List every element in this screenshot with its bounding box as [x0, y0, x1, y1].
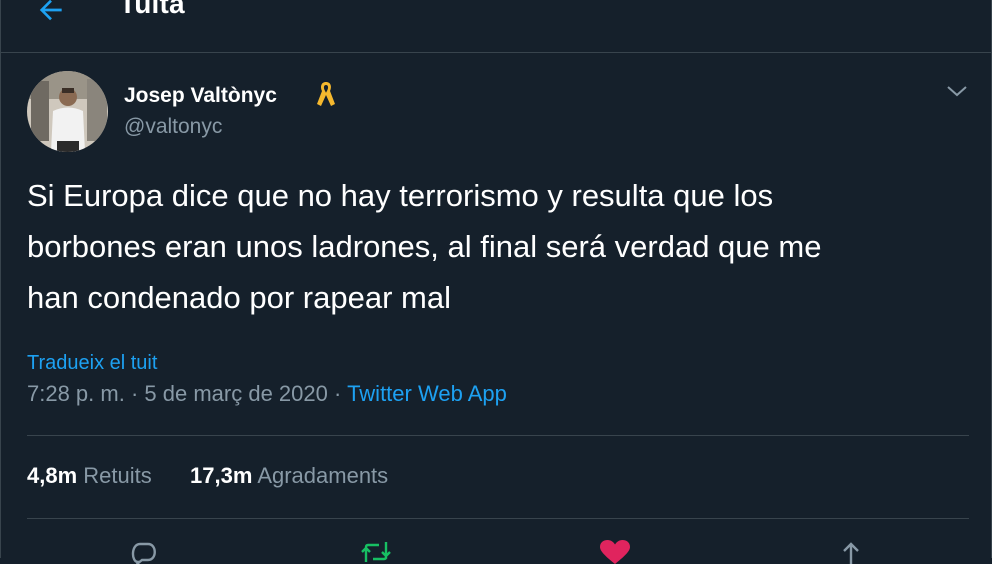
tweet-text-line: han condenado por rapear mal: [27, 280, 451, 315]
retweets-label: Retuits: [83, 463, 152, 488]
heart-icon[interactable]: [598, 540, 632, 564]
tweet-source-link[interactable]: Twitter Web App: [347, 381, 507, 406]
retweet-icon[interactable]: [359, 540, 393, 564]
likes-count: 17,3m: [190, 463, 253, 488]
translate-tweet-link[interactable]: Tradueix el tuit: [27, 352, 157, 375]
yellow-ribbon-icon: [317, 82, 335, 106]
reply-icon[interactable]: [127, 540, 161, 564]
meta-separator: ·: [334, 381, 342, 406]
likes-stat[interactable]: 17,3m Agradaments: [190, 463, 388, 489]
tweet-detail-view: Tuita Josep Valtònyc @valtonyc Si Europa…: [0, 0, 992, 564]
tweet-text: Si Europa dice que no hay terrorismo y r…: [27, 170, 977, 323]
chevron-down-icon[interactable]: [945, 82, 969, 100]
tweet-time[interactable]: 7:28 p. m.: [27, 381, 125, 406]
back-arrow-icon[interactable]: [35, 0, 67, 26]
retweets-count: 4,8m: [27, 463, 78, 488]
likes-label: Agradaments: [257, 463, 389, 488]
meta-separator: ·: [130, 381, 139, 406]
tweet-date[interactable]: 5 de març de 2020: [144, 381, 327, 406]
tweet-text-line: Si Europa dice que no hay terrorismo y r…: [27, 178, 774, 213]
tweet-metadata: 7:28 p. m. · 5 de març de 2020 · Twitter…: [27, 381, 507, 407]
engagement-stats: 4,8m Retuits 17,3m Agradaments: [27, 463, 388, 489]
retweets-stat[interactable]: 4,8m Retuits: [27, 463, 152, 489]
author-name[interactable]: Josep Valtònyc: [124, 84, 277, 108]
page-header: Tuita: [1, 0, 991, 53]
divider: [27, 518, 969, 519]
avatar[interactable]: [27, 71, 108, 152]
tweet-text-line: borbones eran unos ladrones, al final se…: [27, 229, 822, 264]
divider: [27, 435, 969, 436]
page-title: Tuita: [119, 0, 185, 19]
author-handle[interactable]: @valtonyc: [124, 115, 222, 139]
share-icon[interactable]: [834, 540, 868, 564]
